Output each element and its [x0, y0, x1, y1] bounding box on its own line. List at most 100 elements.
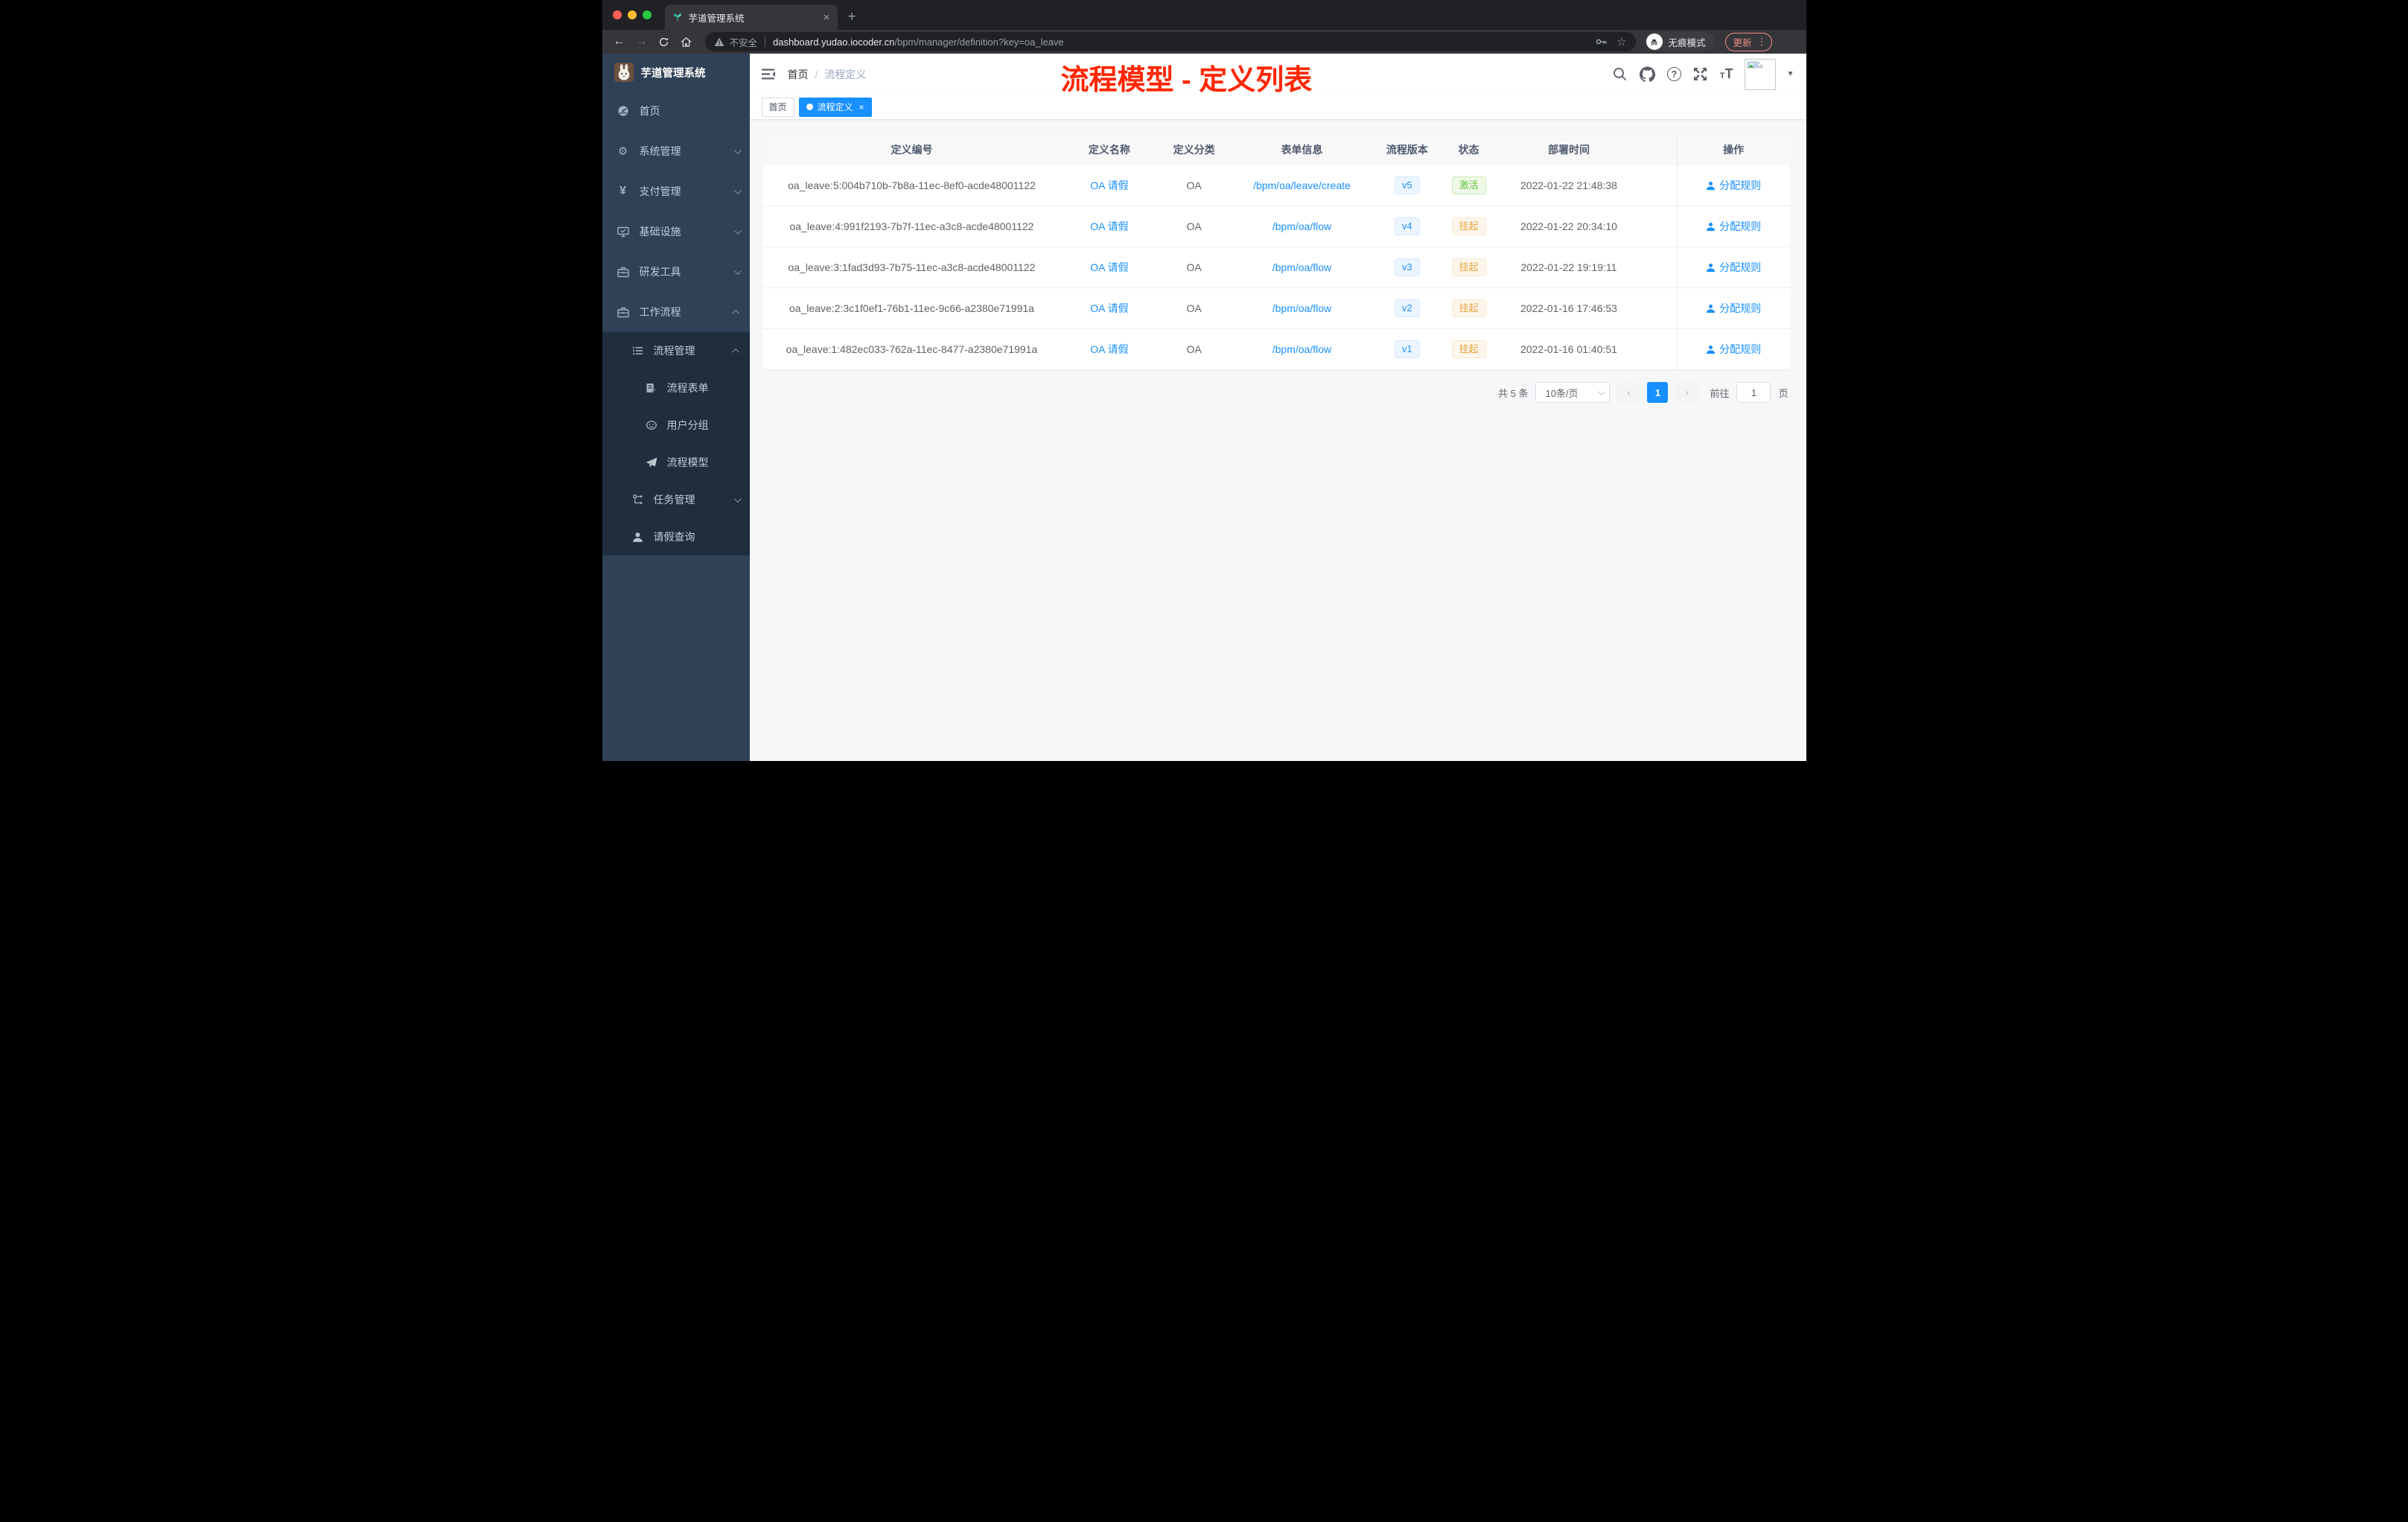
update-browser-button[interactable]: 更新 ⋮ [1724, 32, 1772, 51]
form-link[interactable]: /bpm/oa/flow [1230, 343, 1374, 355]
url-path: /bpm/manager/definition?key=oa_leave [894, 36, 1064, 48]
fullscreen-icon[interactable] [1692, 66, 1709, 83]
status-badge: 挂起 [1451, 217, 1486, 235]
briefcase-icon [617, 306, 629, 318]
tag-close-icon[interactable]: × [859, 102, 864, 112]
definition-name-link[interactable]: OA 请假 [1060, 301, 1158, 316]
definition-name-link[interactable]: OA 请假 [1060, 178, 1158, 193]
tab-close-icon[interactable]: × [824, 11, 830, 24]
breadcrumb-home[interactable]: 首页 [788, 67, 809, 82]
sidebar-item-system[interactable]: ⚙ 系统管理 [602, 131, 750, 171]
sidebar-item-home[interactable]: 首页 [602, 91, 750, 131]
deploy-time: 2022-01-16 01:40:51 [1520, 343, 1617, 355]
page-size-select[interactable]: 10条/页 [1535, 382, 1611, 403]
chevron-down-icon [733, 186, 742, 194]
assign-rule-button[interactable]: 分配规则 [1706, 342, 1761, 357]
form-link[interactable]: /bpm/oa/leave/create [1230, 179, 1374, 191]
definition-category: OA [1186, 343, 1202, 355]
definition-name-link[interactable]: OA 请假 [1060, 342, 1158, 357]
help-icon[interactable]: ? [1666, 67, 1681, 81]
url-text[interactable]: dashboard.yudao.iocoder.cn/bpm/manager/d… [773, 36, 1590, 48]
close-window-button[interactable] [612, 10, 622, 19]
bookmark-star-icon[interactable]: ☆ [1617, 35, 1626, 48]
form-link[interactable]: /bpm/oa/flow [1230, 261, 1374, 273]
zoom-window-button[interactable] [642, 10, 652, 19]
annotation-title: 流程模型 - 定义列表 [1060, 65, 1313, 96]
sidebar-item-task-mgmt[interactable]: 任务管理 [602, 481, 750, 518]
table-header-row: 定义编号 定义名称 定义分类 表单信息 流程版本 状态 部署时间 操作 [762, 134, 1790, 165]
sidebar-item-process-mgmt[interactable]: 流程管理 [602, 332, 750, 369]
tag-home[interactable]: 首页 [761, 97, 794, 117]
sidebar-item-infra[interactable]: 基础设施 [602, 211, 750, 252]
page-number-1[interactable]: 1 [1647, 382, 1669, 403]
table-row: oa_leave:1:482ec033-762a-11ec-8477-a2380… [762, 329, 1790, 370]
back-button[interactable]: ← [610, 32, 629, 51]
sidebar-item-leave-query[interactable]: 请假查询 [602, 518, 750, 555]
logo-avatar [614, 63, 634, 82]
caret-down-icon[interactable]: ▼ [1787, 70, 1794, 78]
browser-tabstrip: 芋道管理系统 × + [602, 0, 1806, 30]
home-button[interactable] [677, 32, 696, 51]
definition-id: oa_leave:2:3c1f0ef1-76b1-11ec-9c66-a2380… [789, 302, 1034, 314]
not-secure-warning-icon[interactable] [714, 37, 724, 47]
page-content: 定义编号 定义名称 定义分类 表单信息 流程版本 状态 部署时间 操作 oa_l… [750, 120, 1806, 761]
assign-rule-button[interactable]: 分配规则 [1706, 260, 1761, 275]
form-link[interactable]: /bpm/oa/flow [1230, 220, 1374, 232]
definition-name-link[interactable]: OA 请假 [1060, 219, 1158, 234]
form-link[interactable]: /bpm/oa/flow [1230, 302, 1374, 314]
chevron-down-icon [733, 267, 742, 275]
sidebar-collapse-button[interactable] [761, 68, 776, 80]
version-badge: v3 [1394, 258, 1420, 276]
goto-page-input[interactable] [1736, 382, 1771, 403]
reload-button[interactable] [654, 32, 674, 51]
github-icon[interactable] [1640, 66, 1656, 83]
tree-icon [632, 494, 644, 506]
next-page-button[interactable]: › [1675, 382, 1698, 403]
sidebar-item-payment[interactable]: ¥ 支付管理 [602, 171, 750, 211]
window-controls [602, 0, 665, 30]
version-badge: v5 [1394, 176, 1420, 194]
dashboard-icon [617, 105, 629, 117]
definition-name-link[interactable]: OA 请假 [1060, 260, 1158, 275]
col-definition-name: 定义名称 [1088, 144, 1130, 156]
password-key-icon[interactable] [1595, 36, 1608, 47]
table-row: oa_leave:4:991f2193-7b7f-11ec-a3c8-acde4… [762, 206, 1790, 247]
user-avatar-broken-image[interactable] [1744, 58, 1776, 90]
table-row: oa_leave:5:004b710b-7b8a-11ec-8ef0-acde4… [762, 165, 1790, 206]
sidebar-item-process-form[interactable]: 流程表单 [602, 369, 750, 407]
tags-view-bar: 首页 流程定义 × [749, 95, 1806, 120]
definition-id: oa_leave:3:1fad3d93-7b75-11ec-a3c8-acde4… [788, 261, 1036, 273]
definition-category: OA [1186, 220, 1202, 232]
forward-button[interactable]: → [632, 32, 652, 51]
sidebar-item-user-group[interactable]: 用户分组 [602, 407, 750, 444]
assign-rule-button[interactable]: 分配规则 [1706, 219, 1761, 234]
sidebar-item-workflow[interactable]: 工作流程 [602, 292, 750, 332]
goto-label: 前往 [1710, 387, 1730, 399]
yen-icon: ¥ [619, 185, 626, 197]
font-size-icon[interactable]: TT [1720, 66, 1733, 82]
tag-process-definition[interactable]: 流程定义 × [798, 97, 872, 117]
incognito-icon [1646, 34, 1663, 50]
sidebar-logo[interactable]: 芋道管理系统 [602, 54, 750, 91]
sidebar-menu: 首页 ⚙ 系统管理 ¥ 支付管理 基础设施 研发工具 工作流程 流程管理 流程表… [602, 91, 750, 555]
col-definition-id: 定义编号 [891, 144, 933, 156]
assign-rule-button[interactable]: 分配规则 [1706, 301, 1761, 316]
minimize-window-button[interactable] [627, 10, 637, 19]
col-definition-category: 定义分类 [1173, 144, 1215, 156]
browser-menu-icon[interactable]: ⋮ [1757, 36, 1767, 48]
incognito-label: 无痕模式 [1668, 37, 1706, 48]
browser-tab[interactable]: 芋道管理系统 × [664, 4, 838, 30]
workflow-submenu: 流程管理 流程表单 用户分组 流程模型 任务管理 请假查询 [602, 332, 750, 555]
security-label: 不安全 [729, 37, 758, 48]
sidebar-item-process-model[interactable]: 流程模型 [602, 444, 750, 481]
chevron-down-icon [733, 226, 742, 235]
url-bar[interactable]: 不安全 dashboard.yudao.iocoder.cn/bpm/manag… [704, 32, 1636, 51]
sidebar-item-devtools[interactable]: 研发工具 [602, 252, 750, 292]
search-icon[interactable] [1612, 66, 1628, 83]
prev-page-button[interactable]: ‹ [1617, 382, 1640, 403]
new-tab-button[interactable]: + [848, 9, 856, 25]
status-badge: 挂起 [1451, 299, 1486, 317]
breadcrumb-current: 流程定义 [824, 68, 867, 80]
assign-rule-button[interactable]: 分配规则 [1706, 178, 1761, 193]
user-icon [632, 531, 644, 543]
